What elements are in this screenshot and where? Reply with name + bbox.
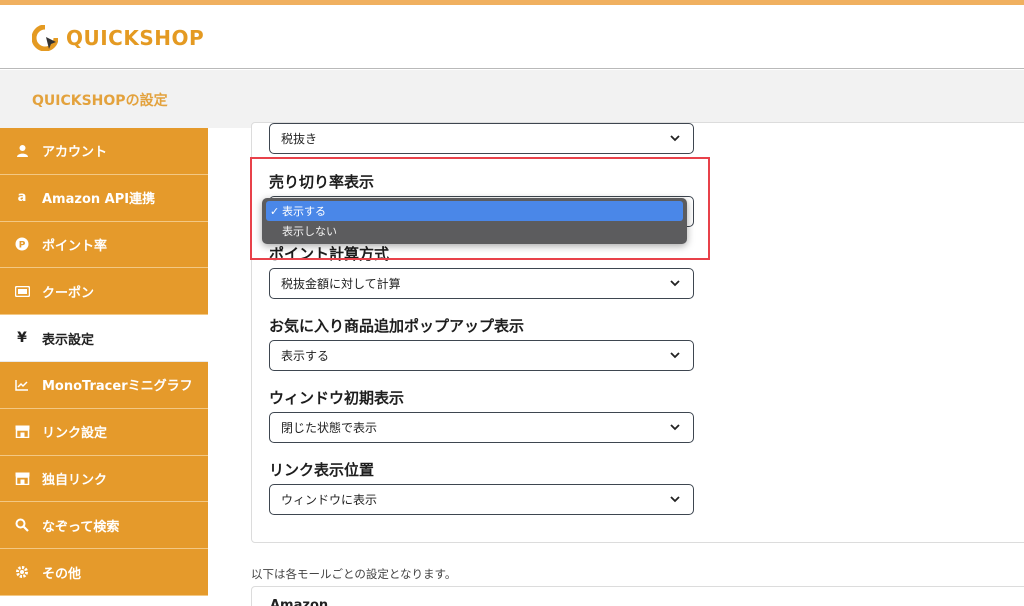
sidebar-item-label: ポイント率 <box>42 238 108 254</box>
link-position-label: リンク表示位置 <box>269 461 375 479</box>
chart-icon <box>14 377 30 393</box>
svg-text:P: P <box>19 241 26 251</box>
sidebar-item-monotracer[interactable]: MonoTracerミニグラフ <box>0 361 208 409</box>
sidebar-item-custom-link[interactable]: 独自リンク <box>0 455 208 503</box>
ticket-icon <box>14 283 30 299</box>
settings-sidebar: アカウント a Amazon API連携 P ポイント率 クーポン ¥ 表示設定… <box>0 128 208 606</box>
link-position-value: ウィンドウに表示 <box>281 493 378 507</box>
chevron-down-icon <box>670 424 680 431</box>
sidebar-item-coupon[interactable]: クーポン <box>0 268 208 316</box>
window-initial-label: ウィンドウ初期表示 <box>269 389 405 407</box>
app-header: QUICKSHOP <box>0 5 1024 69</box>
amazon-settings-panel: Amazon <box>251 586 1024 606</box>
settings-subheader: QUICKSHOPの設定 <box>0 70 1024 128</box>
tax-select-value: 税抜き <box>281 132 318 146</box>
sidebar-item-link-settings[interactable]: リンク設定 <box>0 408 208 456</box>
favorite-popup-select[interactable]: 表示する <box>269 340 694 371</box>
page-title: QUICKSHOPの設定 <box>32 93 168 109</box>
chevron-down-icon <box>670 135 680 142</box>
dropdown-option-label: 表示する <box>282 205 326 218</box>
sidebar-item-label: クーポン <box>42 285 95 301</box>
sidebar-item-label: アカウント <box>42 145 108 161</box>
store-icon <box>14 424 30 440</box>
sidebar-item-label: その他 <box>42 566 82 582</box>
window-initial-value: 閉じた状態で表示 <box>281 421 378 435</box>
yen-icon: ¥ <box>17 330 27 347</box>
mall-settings-note: 以下は各モールごとの設定となります。 <box>251 567 457 581</box>
sidebar-item-label: なぞって検索 <box>42 519 120 535</box>
dropdown-option-label: 表示しない <box>282 225 337 238</box>
point-calc-select[interactable]: 税抜金額に対して計算 <box>269 268 694 299</box>
favorite-popup-label: お気に入り商品追加ポップアップ表示 <box>269 317 525 335</box>
tax-select[interactable]: 税抜き <box>269 123 694 154</box>
sidebar-item-amazon-api[interactable]: a Amazon API連携 <box>0 174 208 222</box>
quickshop-logo-icon <box>31 24 59 52</box>
sidebar-item-account[interactable]: アカウント <box>0 128 208 175</box>
sidebar-item-trace-search[interactable]: なぞって検索 <box>0 502 208 550</box>
search-icon <box>14 517 30 533</box>
chevron-down-icon <box>670 280 680 287</box>
sidebar-item-label: 独自リンク <box>42 472 108 488</box>
sidebar-item-label: MonoTracerミニグラフ <box>42 379 193 395</box>
gear-icon <box>14 564 30 580</box>
dropdown-option-hide[interactable]: 表示しない <box>266 221 683 241</box>
brand-logo[interactable]: QUICKSHOP <box>31 24 205 52</box>
checkmark-icon: ✓ <box>270 204 280 218</box>
sidebar-item-label: 表示設定 <box>42 332 95 348</box>
sidebar-item-label: Amazon API連携 <box>42 192 156 208</box>
amazon-section-title: Amazon <box>270 598 329 606</box>
sidebar-item-display-settings[interactable]: ¥ 表示設定 <box>0 315 208 362</box>
store-icon <box>14 470 30 486</box>
point-calc-value: 税抜金額に対して計算 <box>281 277 401 291</box>
chevron-down-icon <box>670 352 680 359</box>
brand-name: QUICKSHOP <box>66 26 205 50</box>
sidebar-item-label: リンク設定 <box>42 426 108 442</box>
dropdown-option-show[interactable]: ✓ 表示する <box>266 201 683 221</box>
user-icon <box>14 143 30 159</box>
point-icon: P <box>14 236 30 252</box>
favorite-popup-value: 表示する <box>281 349 330 363</box>
window-initial-select[interactable]: 閉じた状態で表示 <box>269 412 694 443</box>
chevron-down-icon <box>670 496 680 503</box>
sidebar-item-other[interactable]: その他 <box>0 549 208 596</box>
sellout-rate-dropdown-menu: ✓ 表示する 表示しない <box>262 198 687 244</box>
link-position-select[interactable]: ウィンドウに表示 <box>269 484 694 515</box>
amazon-icon: a <box>17 190 27 206</box>
sidebar-item-point-rate[interactable]: P ポイント率 <box>0 221 208 269</box>
